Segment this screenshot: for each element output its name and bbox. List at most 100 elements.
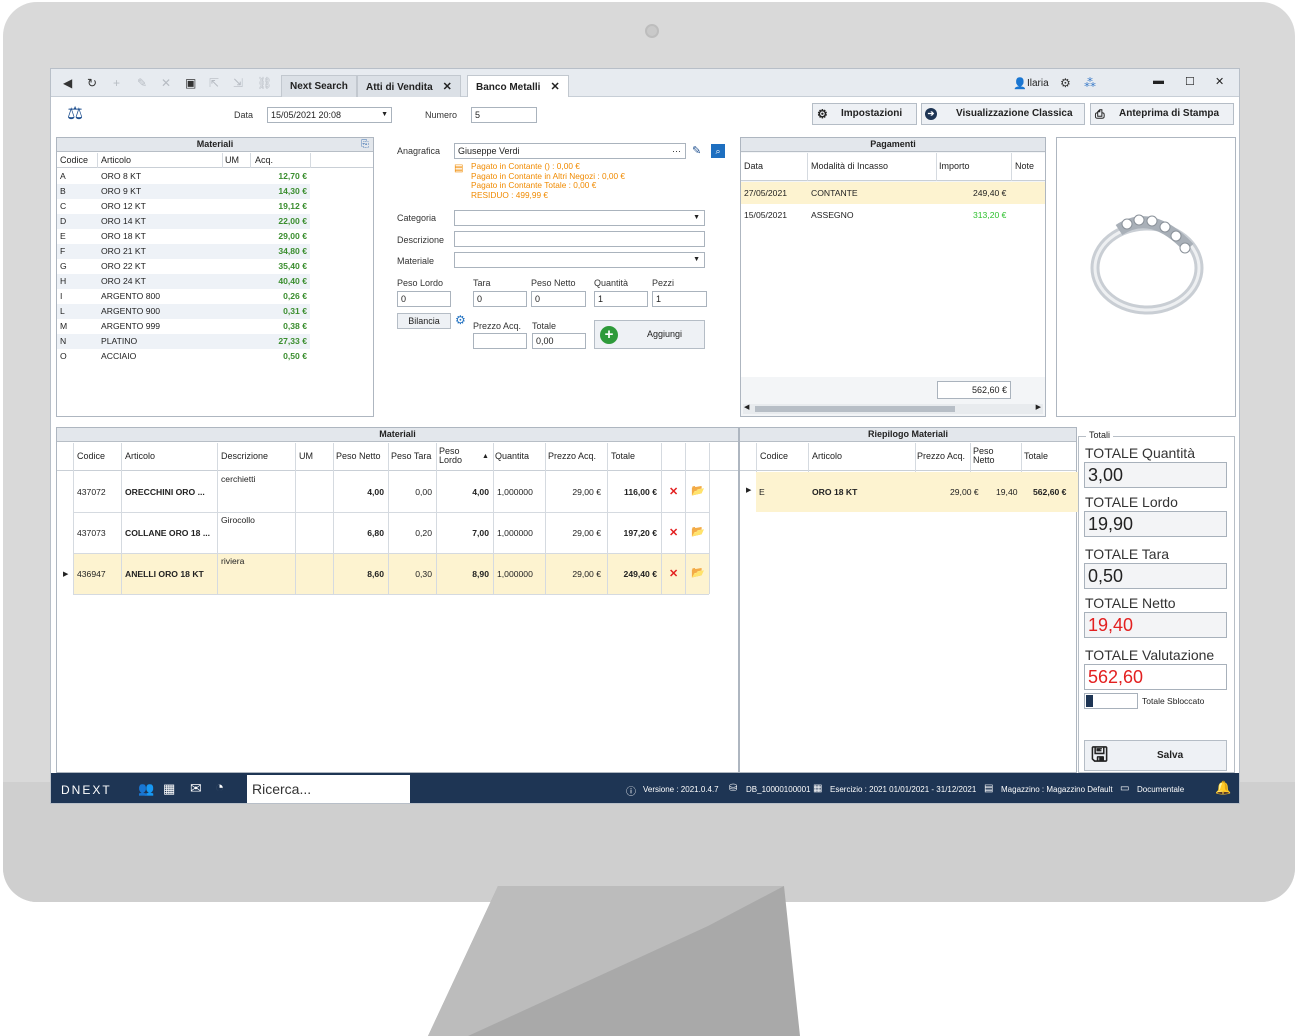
delete-row-icon[interactable]: ✕: [669, 567, 678, 580]
totale-sbloccato-toggle[interactable]: [1084, 693, 1138, 709]
col-peso-lordo[interactable]: Peso Lordo: [439, 447, 465, 465]
col-um[interactable]: UM: [299, 443, 313, 470]
chevron-right-icon[interactable]: ▶: [1036, 403, 1041, 411]
list-item[interactable]: D ORO 14 KT 22,00 €: [57, 214, 310, 229]
col-articolo[interactable]: Articolo: [125, 443, 155, 470]
delete-row-icon[interactable]: ✕: [669, 485, 678, 498]
bilancia-button[interactable]: Bilancia: [397, 313, 451, 329]
visualizzazione-classica-button[interactable]: ➔ Visualizzazione Classica: [921, 103, 1085, 125]
tab-atti-di-vendita[interactable]: Atti di Vendita ✕: [357, 75, 461, 97]
save-icon[interactable]: ▣: [185, 77, 196, 89]
col-codice[interactable]: Codice: [760, 443, 788, 470]
materiale-select[interactable]: ▼: [454, 252, 705, 268]
numero-field[interactable]: 5: [471, 107, 537, 123]
edit-icon[interactable]: ✎: [137, 77, 147, 89]
list-item[interactable]: G ORO 22 KT 35,40 €: [57, 259, 310, 274]
col-modalita[interactable]: Modalità di Incasso: [811, 153, 888, 180]
org-chart-icon[interactable]: ⁂: [1084, 77, 1096, 89]
esercizio-text[interactable]: Esercizio : 2021 01/01/2021 - 31/12/2021: [830, 785, 976, 794]
list-item[interactable]: L ARGENTO 900 0,31 €: [57, 304, 310, 319]
open-folder-icon[interactable]: 📂: [691, 525, 705, 538]
calendar-icon[interactable]: ▦: [163, 781, 175, 797]
open-folder-icon[interactable]: 📂: [691, 484, 705, 497]
minimize-button[interactable]: ▬: [1153, 75, 1164, 87]
back-icon[interactable]: ◀: [63, 77, 72, 89]
gear-icon[interactable]: ⚙: [455, 313, 466, 327]
pezzi-field[interactable]: 1: [652, 291, 707, 307]
list-item[interactable]: B ORO 9 KT 14,30 €: [57, 184, 310, 199]
anagrafica-field[interactable]: Giuseppe Verdi ···: [454, 143, 686, 159]
col-articolo[interactable]: Articolo: [812, 443, 842, 470]
sort-up-icon[interactable]: ▲: [482, 443, 489, 470]
table-row[interactable]: 15/05/2021 ASSEGNO 313,20 €: [741, 204, 1045, 226]
refresh-icon[interactable]: ↻: [87, 77, 97, 89]
categoria-select[interactable]: ▼: [454, 210, 705, 226]
scroll-thumb[interactable]: [755, 406, 955, 412]
data-field[interactable]: 15/05/2021 20:08 ▼: [267, 107, 392, 123]
col-peso-tara[interactable]: Peso Tara: [391, 443, 431, 470]
delete-row-icon[interactable]: ✕: [669, 526, 678, 539]
col-prezzo-acq[interactable]: Prezzo Acq.: [548, 443, 596, 470]
chevron-left-icon[interactable]: ◀: [744, 403, 749, 411]
add-icon[interactable]: +: [113, 77, 120, 89]
list-item[interactable]: O ACCIAIO 0,50 €: [57, 349, 310, 364]
link-icon[interactable]: ⛓: [257, 77, 272, 89]
anteprima-stampa-button[interactable]: ⎙ Anteprima di Stampa: [1090, 103, 1234, 125]
tara-field[interactable]: 0: [473, 291, 527, 307]
col-quantita[interactable]: Quantita: [495, 443, 529, 470]
close-window-button[interactable]: ✕: [1215, 75, 1224, 88]
magazzino-text[interactable]: Magazzino : Magazzino Default: [1001, 785, 1113, 794]
chevron-down-icon[interactable]: ▼: [381, 108, 388, 122]
open-folder-icon[interactable]: 📂: [691, 566, 705, 579]
table-row[interactable]: E ORO 18 KT 29,00 € 19,40 562,60 €: [756, 472, 1078, 512]
impostazioni-button[interactable]: ⚙ Impostazioni: [812, 103, 917, 125]
import-icon[interactable]: ⇲: [233, 77, 243, 89]
export-icon[interactable]: ⇱: [209, 77, 219, 89]
delete-icon[interactable]: ✕: [161, 77, 171, 89]
totale-field[interactable]: 0,00: [532, 333, 586, 349]
col-acq[interactable]: Acq.: [255, 153, 273, 167]
users-icon[interactable]: 👥: [138, 781, 154, 797]
search-icon[interactable]: ⌕: [711, 144, 725, 158]
prezzo-acq-field[interactable]: [473, 333, 527, 349]
gear-icon[interactable]: ⚙: [1060, 77, 1071, 89]
close-tab-icon[interactable]: ✕: [550, 81, 559, 93]
documentale-text[interactable]: Documentale: [1137, 785, 1184, 794]
list-item[interactable]: F ORO 21 KT 34,80 €: [57, 244, 310, 259]
col-codice[interactable]: Codice: [60, 153, 88, 167]
list-item[interactable]: A ORO 8 KT 12,70 €: [57, 169, 310, 184]
list-item[interactable]: I ARGENTO 800 0,26 €: [57, 289, 310, 304]
col-data[interactable]: Data: [744, 153, 763, 180]
salva-button[interactable]: 🖫 Salva: [1084, 740, 1227, 771]
col-prezzo-acq[interactable]: Prezzo Acq.: [917, 443, 965, 470]
close-tab-icon[interactable]: ✕: [443, 81, 452, 93]
col-articolo[interactable]: Articolo: [101, 153, 131, 167]
export-icon[interactable]: ⎘: [361, 139, 369, 150]
col-importo[interactable]: Importo: [939, 153, 970, 180]
pencil-icon[interactable]: ✎: [692, 144, 701, 157]
col-note[interactable]: Note: [1015, 153, 1034, 180]
aggiungi-button[interactable]: + Aggiungi: [594, 320, 705, 349]
col-peso-netto[interactable]: Peso Netto: [973, 447, 1003, 465]
more-icon[interactable]: ···: [672, 144, 681, 158]
bell-icon[interactable]: 🔔: [1215, 780, 1231, 796]
col-peso-netto[interactable]: Peso Netto: [336, 443, 381, 470]
user-name[interactable]: Ilaria: [1027, 78, 1049, 89]
col-codice[interactable]: Codice: [77, 443, 105, 470]
col-descrizione[interactable]: Descrizione: [221, 443, 268, 470]
peso-lordo-field[interactable]: 0: [397, 291, 451, 307]
list-item[interactable]: E ORO 18 KT 29,00 €: [57, 229, 310, 244]
chevron-down-icon[interactable]: ▼: [693, 211, 700, 225]
chevron-down-icon[interactable]: ▼: [693, 253, 700, 267]
peso-netto-field[interactable]: 0: [531, 291, 586, 307]
mail-icon[interactable]: ✉: [190, 780, 202, 797]
table-row[interactable]: 27/05/2021 CONTANTE 249,40 €: [741, 182, 1045, 204]
list-item[interactable]: C ORO 12 KT 19,12 €: [57, 199, 310, 214]
quantita-field[interactable]: 1: [594, 291, 648, 307]
col-totale[interactable]: Totale: [611, 443, 635, 470]
list-item[interactable]: M ARGENTO 999 0,38 €: [57, 319, 310, 334]
horizontal-scrollbar[interactable]: ◀ ▶: [743, 404, 1043, 414]
col-um[interactable]: UM: [225, 153, 239, 167]
tab-banco-metalli[interactable]: Banco Metalli ✕: [467, 75, 569, 97]
list-item[interactable]: H ORO 24 KT 40,40 €: [57, 274, 310, 289]
